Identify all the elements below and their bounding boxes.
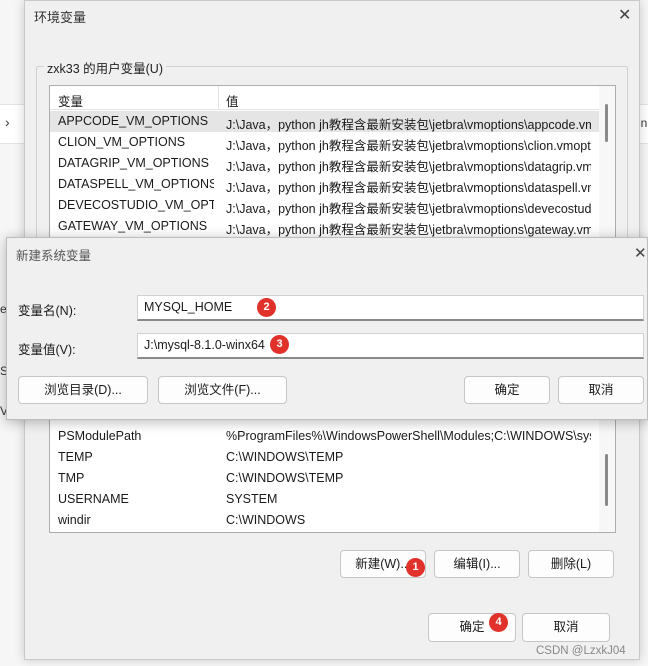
close-icon[interactable]: ✕ [634, 244, 647, 262]
new-dialog-cancel-button[interactable]: 取消 [558, 376, 644, 404]
step-badge: 1 [406, 558, 425, 577]
delete-variable-label: 删除(L) [550, 557, 592, 571]
delete-variable-button[interactable]: 删除(L) [528, 550, 614, 578]
column-header-value[interactable]: 值 [226, 91, 239, 110]
variable-name-value: MYSQL_HOME [144, 300, 233, 314]
browse-file-label: 浏览文件(F)... [184, 383, 261, 397]
variable-value: J:\Java，python jh教程含最新安装包\jetbra\vmoptio… [226, 202, 591, 216]
new-variable-label: 新建(W)... [355, 557, 411, 571]
browse-file-button[interactable]: 浏览文件(F)... [158, 376, 287, 404]
new-dialog-cancel-label: 取消 [588, 383, 614, 397]
list-header: 变量 值 [50, 86, 615, 110]
variable-name-label: 变量名(N): [18, 304, 77, 318]
variable-name: GATEWAY_VM_OPTIONS [58, 219, 208, 233]
user-list-scrollbar[interactable] [599, 86, 615, 244]
variable-name-input[interactable]: MYSQL_HOME [137, 295, 644, 321]
column-divider[interactable] [218, 86, 219, 110]
table-row[interactable]: DATASPELL_VM_OPTIONS J:\Java，python jh教程… [50, 174, 615, 195]
browse-directory-label: 浏览目录(D)... [44, 383, 122, 397]
new-dialog-ok-button[interactable]: 确定 [464, 376, 550, 404]
edit-variable-label: 编辑(I)... [453, 557, 501, 571]
variable-value: C:\WINDOWS [226, 513, 306, 527]
step-badge: 2 [257, 298, 276, 317]
variable-name: TEMP [58, 450, 93, 464]
user-variables-list[interactable]: 变量 值 APPCODE_VM_OPTIONS J:\Java，python j… [49, 85, 616, 245]
table-row[interactable]: DEVECOSTUDIO_VM_OPTIONS J:\Java，python j… [50, 195, 615, 216]
edit-variable-button[interactable]: 编辑(I)... [434, 550, 520, 578]
variable-value: %ProgramFiles%\WindowsPowerShell\Modules… [226, 429, 591, 443]
column-header-name[interactable]: 变量 [58, 91, 83, 110]
system-variables-list[interactable]: PSModulePath %ProgramFiles%\WindowsPower… [49, 406, 616, 533]
variable-value: J:\Java，python jh教程含最新安装包\jetbra\vmoptio… [226, 160, 591, 174]
table-row[interactable]: CLION_VM_OPTIONS J:\Java，python jh教程含最新安… [50, 132, 615, 153]
step-badge: 4 [489, 613, 508, 632]
cancel-label: 取消 [553, 620, 579, 634]
variable-name: DEVECOSTUDIO_VM_OPTIONS [58, 198, 214, 212]
scrollbar-thumb[interactable] [605, 454, 608, 506]
variable-name: windir [58, 513, 91, 527]
cancel-button[interactable]: 取消 [522, 613, 610, 642]
variable-value: C:\WINDOWS\TEMP [226, 450, 344, 464]
variable-value-label: 变量值(V): [18, 343, 76, 357]
step-badge: 3 [270, 335, 289, 354]
variable-value: J:\Java，python jh教程含最新安装包\jetbra\vmoptio… [226, 139, 591, 153]
table-row[interactable]: GATEWAY_VM_OPTIONS J:\Java，python jh教程含最… [50, 216, 615, 237]
env-dialog-title: 环境变量 [34, 10, 87, 25]
table-row[interactable]: TEMP C:\WINDOWS\TEMP [50, 447, 615, 468]
new-dialog-ok-label: 确定 [494, 383, 520, 397]
variable-name: USERNAME [58, 492, 129, 506]
variable-value: J:\Java，python jh教程含最新安装包\jetbra\vmoptio… [226, 223, 591, 237]
table-row[interactable]: TMP C:\WINDOWS\TEMP [50, 468, 615, 489]
variable-name: DATAGRIP_VM_OPTIONS [58, 156, 209, 170]
background-nav-row [0, 104, 26, 144]
variable-value: J:\Java，python jh教程含最新安装包\jetbra\vmoptio… [226, 181, 591, 195]
table-row[interactable]: DATAGRIP_VM_OPTIONS J:\Java，python jh教程含… [50, 153, 615, 174]
watermark: CSDN @LzxkJ04 [536, 645, 626, 657]
variable-value-value: J:\mysql-8.1.0-winx64 [144, 338, 265, 352]
user-variables-label: zxk33 的用户变量(U) [44, 58, 166, 77]
table-row[interactable]: PSModulePath %ProgramFiles%\WindowsPower… [50, 426, 615, 447]
table-row[interactable]: USERNAME SYSTEM [50, 489, 615, 510]
ok-label: 确定 [459, 620, 485, 634]
variable-name: APPCODE_VM_OPTIONS [58, 114, 209, 128]
table-row[interactable]: windir C:\WINDOWS [50, 510, 615, 531]
variable-value: J:\Java，python jh教程含最新安装包\jetbra\vmoptio… [226, 118, 591, 132]
variable-value: SYSTEM [226, 492, 278, 506]
table-row[interactable]: APPCODE_VM_OPTIONS J:\Java，python jh教程含最… [50, 111, 615, 132]
variable-name: DATASPELL_VM_OPTIONS [58, 177, 214, 191]
system-list-scrollbar[interactable] [599, 406, 615, 532]
scrollbar-thumb[interactable] [605, 104, 608, 142]
close-icon[interactable]: ✕ [618, 5, 631, 25]
variable-value: C:\WINDOWS\TEMP [226, 471, 344, 485]
variable-value-input[interactable]: J:\mysql-8.1.0-winx64 [137, 333, 644, 359]
variable-name: CLION_VM_OPTIONS [58, 135, 186, 149]
chevron-right-icon: › [5, 114, 10, 130]
variable-name: PSModulePath [58, 429, 142, 443]
variable-name: TMP [58, 471, 85, 485]
new-dialog-title: 新建系统变量 [16, 249, 92, 263]
browse-directory-button[interactable]: 浏览目录(D)... [18, 376, 148, 404]
